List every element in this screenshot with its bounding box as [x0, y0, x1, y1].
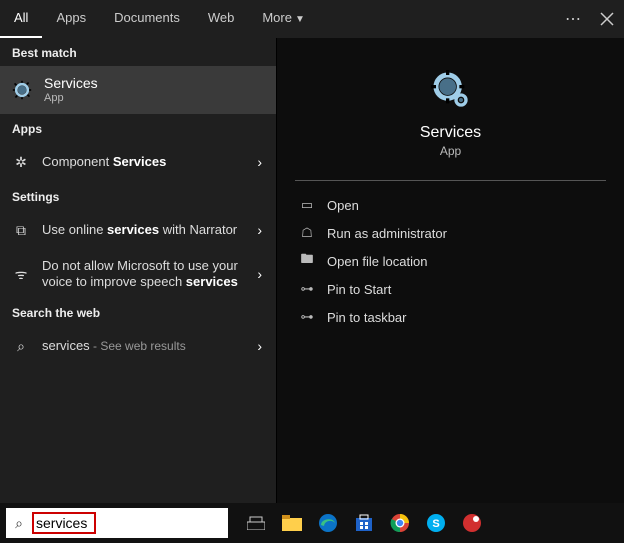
result-narrator-services[interactable]: ⧉ Use online services with Narrator ›: [0, 210, 276, 250]
tab-all[interactable]: All: [0, 0, 42, 38]
action-open[interactable]: ▭ Open: [295, 191, 606, 219]
taskbar: ⌕ S: [0, 503, 624, 543]
result-web-services[interactable]: ⌕ services - See web results ›: [0, 326, 276, 366]
taskbar-app-store[interactable]: [350, 509, 378, 537]
action-run-admin[interactable]: ☖ Run as administrator: [295, 219, 606, 247]
speech-icon: ᯤ: [10, 265, 32, 284]
gear-icon: [10, 78, 34, 102]
tab-more[interactable]: More▼: [248, 0, 319, 38]
section-best-match: Best match: [0, 38, 276, 66]
detail-panel: Services App ▭ Open ☖ Run as administrat…: [276, 38, 624, 503]
action-open-location[interactable]: 🖿 Open file location: [295, 247, 606, 275]
result-best-services[interactable]: Services App: [0, 66, 276, 114]
open-icon: ▭: [295, 197, 319, 213]
close-button[interactable]: [590, 0, 624, 38]
taskbar-app-chrome[interactable]: [386, 509, 414, 537]
search-icon: ⌕: [10, 338, 32, 355]
pin-icon: ⊶: [295, 309, 319, 325]
result-speech-services[interactable]: ᯤ Do not allow Microsoft to use your voi…: [0, 250, 276, 298]
result-component-services[interactable]: ✲ Component Services ›: [0, 142, 276, 182]
search-icon: ⌕: [6, 515, 32, 532]
results-panel: Best match Services App Apps ✲ Component…: [0, 38, 276, 503]
search-input[interactable]: [32, 512, 96, 534]
folder-icon: 🖿: [295, 250, 319, 272]
section-web: Search the web: [0, 298, 276, 326]
section-apps: Apps: [0, 114, 276, 142]
taskbar-app-explorer[interactable]: [278, 509, 306, 537]
result-title: Services: [44, 76, 98, 91]
gear-icon: [431, 70, 471, 110]
pin-icon: ⊶: [295, 281, 319, 297]
taskbar-app-edge[interactable]: [314, 509, 342, 537]
chevron-right-icon: ›: [253, 338, 266, 354]
taskbar-app-recorder[interactable]: [458, 509, 486, 537]
tab-web[interactable]: Web: [194, 0, 249, 38]
chevron-right-icon: ›: [253, 266, 266, 282]
chevron-down-icon: ▼: [292, 14, 305, 25]
svg-text:S: S: [432, 518, 439, 530]
tab-documents[interactable]: Documents: [100, 0, 194, 38]
action-pin-start[interactable]: ⊶ Pin to Start: [295, 275, 606, 303]
taskbar-app-skype[interactable]: S: [422, 509, 450, 537]
section-settings: Settings: [0, 182, 276, 210]
action-pin-taskbar[interactable]: ⊶ Pin to taskbar: [295, 303, 606, 331]
link-icon: ⧉: [10, 222, 32, 239]
tab-apps[interactable]: Apps: [42, 0, 100, 38]
more-options-button[interactable]: ⋯: [556, 0, 590, 38]
shield-icon: ☖: [295, 225, 319, 241]
search-tabs: All Apps Documents Web More▼ ⋯: [0, 0, 624, 38]
chevron-right-icon: ›: [253, 154, 266, 170]
detail-title: Services: [420, 124, 481, 142]
taskbar-search[interactable]: ⌕: [6, 508, 228, 538]
divider: [295, 180, 606, 181]
result-subtitle: App: [44, 92, 98, 104]
detail-subtitle: App: [440, 144, 461, 158]
component-icon: ✲: [10, 154, 32, 171]
chevron-right-icon: ›: [253, 222, 266, 238]
task-view-button[interactable]: [242, 509, 270, 537]
